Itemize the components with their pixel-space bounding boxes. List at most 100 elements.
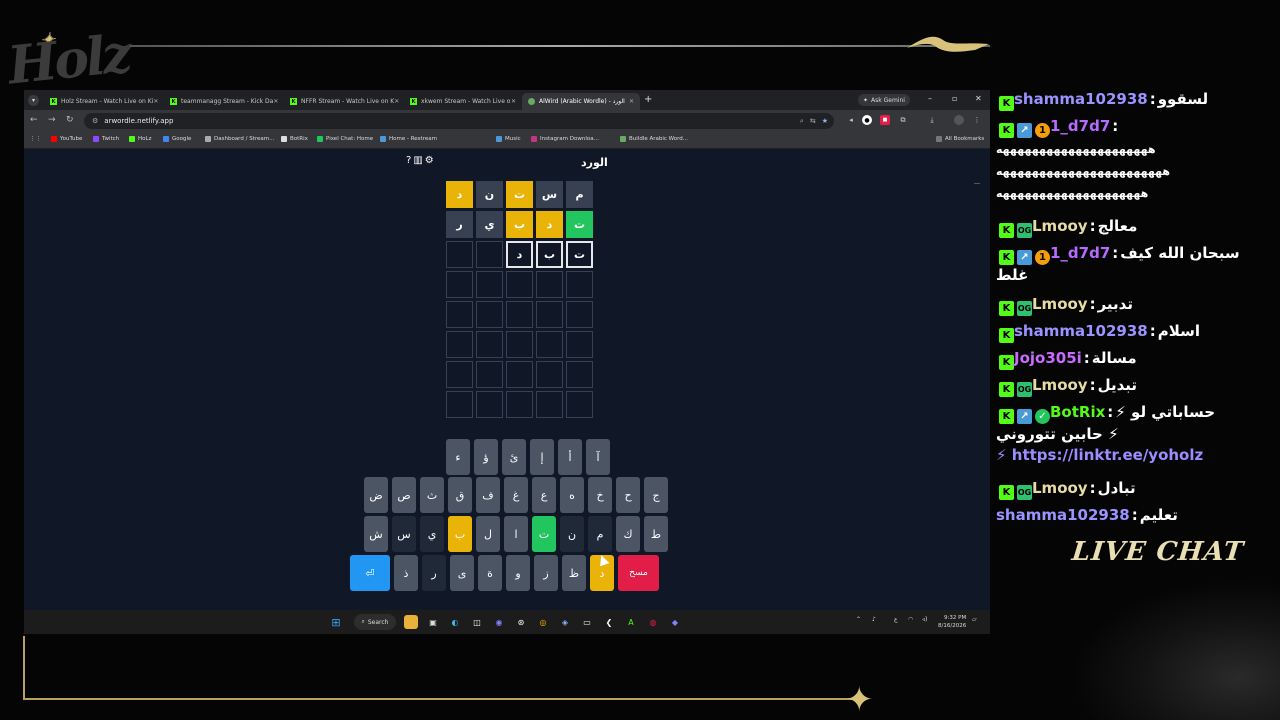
keyboard-key[interactable]: ء xyxy=(446,439,470,475)
keyboard-key[interactable]: ا xyxy=(504,516,528,552)
profile-avatar[interactable] xyxy=(954,115,964,125)
bookmark-item[interactable]: Music xyxy=(496,136,521,142)
keyboard-key[interactable]: ت xyxy=(532,516,556,552)
bookmark-item[interactable]: Google xyxy=(163,136,191,142)
chat-username[interactable]: Lmooy xyxy=(1032,376,1088,394)
help-icon[interactable]: ? xyxy=(406,155,411,166)
zoom-icon[interactable]: ⌕ xyxy=(800,117,804,126)
chat-username[interactable]: shamma102938 xyxy=(996,506,1130,524)
browser-tab[interactable]: K NFFR Stream - Watch Live on K ✕ xyxy=(284,93,402,110)
windows-start-icon[interactable]: ⊞ xyxy=(329,615,343,629)
keyboard-key[interactable]: ل xyxy=(476,516,500,552)
bookmark-item[interactable]: Buildle Arabic Word... xyxy=(620,136,688,142)
ask-gemini-button[interactable]: ✦ Ask Gemini xyxy=(858,94,910,106)
tab-search-icon[interactable]: ▾ xyxy=(28,95,39,106)
browser-tab[interactable]: AlWird (Arabic Wordle) - الورد ✕ xyxy=(522,93,640,110)
keyboard-key[interactable]: ى xyxy=(450,555,474,591)
menu-icon[interactable]: ⋮ xyxy=(972,115,982,125)
tab-close-icon[interactable]: ✕ xyxy=(629,98,634,105)
app-icon-5[interactable]: ◍ xyxy=(646,615,660,629)
extension-circle-icon[interactable]: ● xyxy=(862,115,872,125)
keyboard-key[interactable]: أ xyxy=(558,439,582,475)
app-icon-4[interactable]: A xyxy=(624,615,638,629)
keyboard-key[interactable]: ج xyxy=(644,477,668,513)
chrome-icon[interactable]: ◎ xyxy=(536,615,550,629)
browser-tab[interactable]: Kteammanagg Stream - Kick Da ✕ xyxy=(164,93,282,110)
bookmark-star-icon[interactable]: ★ xyxy=(822,117,828,125)
extensions-icon[interactable]: ⧉ xyxy=(898,115,908,125)
chat-username[interactable]: 1_d7d7 xyxy=(1050,244,1110,262)
notification-icon[interactable]: ▱ xyxy=(972,616,977,623)
stats-icon[interactable]: ▥ xyxy=(413,155,422,166)
keyboard-key[interactable]: ف xyxy=(476,477,500,513)
back-icon[interactable]: ← xyxy=(30,115,38,125)
chat-username[interactable]: shamma102938 xyxy=(1014,90,1148,108)
keyboard-key[interactable]: ب xyxy=(448,516,472,552)
keyboard-key[interactable]: م xyxy=(588,516,612,552)
volume-icon[interactable]: ◃) xyxy=(922,616,927,623)
keyboard-key[interactable]: ك xyxy=(616,516,640,552)
mic-icon[interactable]: ♪ xyxy=(872,616,876,623)
settings-icon[interactable]: ⚙ xyxy=(425,155,434,166)
taskbar-clock[interactable]: 9:32 PM 8/16/2026 xyxy=(938,614,966,630)
keyboard-key[interactable]: آ xyxy=(586,439,610,475)
keyboard-key[interactable]: خ xyxy=(588,477,612,513)
obs-icon[interactable]: ⊛ xyxy=(514,615,528,629)
site-info-icon[interactable]: ⚙ xyxy=(92,117,98,125)
browser-tab[interactable]: K Holz Stream - Watch Live on Ki ✕ xyxy=(44,93,162,110)
close-icon[interactable]: ✕ xyxy=(975,94,982,103)
bookmark-item[interactable]: Dashboard / Stream... xyxy=(205,136,274,142)
bookmark-item[interactable]: Pixel Chat: Home xyxy=(317,136,373,142)
keyboard-key[interactable]: س xyxy=(392,516,416,552)
all-bookmarks[interactable]: All Bookmarks xyxy=(936,136,984,142)
keyboard-key[interactable]: ظ xyxy=(562,555,586,591)
chat-username[interactable]: shamma102938 xyxy=(1014,322,1148,340)
minimize-icon[interactable]: – xyxy=(928,94,932,103)
chat-username[interactable]: Lmooy xyxy=(1032,217,1088,235)
wifi-icon[interactable]: ◠ xyxy=(908,616,913,623)
bookmark-item[interactable]: Home - Restream xyxy=(380,136,437,142)
keyboard-key[interactable]: ئ xyxy=(502,439,526,475)
translate-icon[interactable]: ⇆ xyxy=(810,117,816,125)
app-icon-6[interactable]: ◆ xyxy=(668,615,682,629)
keyboard-key[interactable]: غ xyxy=(504,477,528,513)
tray-chevron-icon[interactable]: ⌃ xyxy=(856,616,861,623)
media-icon[interactable]: ◂ xyxy=(846,115,856,125)
edge-icon[interactable]: ◐ xyxy=(448,615,462,629)
tab-close-icon[interactable]: ✕ xyxy=(153,98,158,105)
chat-username[interactable]: Jojo305i xyxy=(1014,349,1082,367)
new-tab-icon[interactable]: + xyxy=(644,94,652,105)
keyboard-key[interactable]: ي xyxy=(420,516,444,552)
keyboard-key[interactable]: ر xyxy=(422,555,446,591)
keyboard-key[interactable]: إ xyxy=(530,439,554,475)
tab-close-icon[interactable]: ✕ xyxy=(394,98,399,105)
app-icon[interactable]: ◫ xyxy=(470,615,484,629)
address-bar[interactable]: ⚙ arwordle.netlify.app ⌕ ⇆ ★ xyxy=(84,113,834,129)
chat-username[interactable]: 1_d7d7 xyxy=(1050,117,1110,135)
keyboard-key[interactable]: ن xyxy=(560,516,584,552)
keyboard-key[interactable]: ه xyxy=(560,477,584,513)
discord-icon[interactable]: ◉ xyxy=(492,615,506,629)
tab-close-icon[interactable]: ✕ xyxy=(273,98,278,105)
apps-icon[interactable]: ⋮⋮ xyxy=(30,136,41,142)
reload-icon[interactable]: ↻ xyxy=(66,115,74,125)
bookmark-item[interactable]: Twitch xyxy=(93,136,119,142)
browser-tab[interactable]: Kxkwem Stream - Watch Live o ✕ xyxy=(404,93,522,110)
download-icon[interactable]: ⤓ xyxy=(927,115,937,125)
keyboard-key[interactable]: ؤ xyxy=(474,439,498,475)
keyboard-key[interactable]: ث xyxy=(420,477,444,513)
extension-record-icon[interactable]: ■ xyxy=(880,115,890,125)
bookmark-item[interactable]: BotRix xyxy=(281,136,308,142)
bookmark-item[interactable]: HoLz xyxy=(129,136,151,142)
delete-key[interactable]: مسح xyxy=(618,555,659,591)
keyboard-key[interactable]: ص xyxy=(392,477,416,513)
bookmark-item[interactable]: YouTube xyxy=(51,136,82,142)
chat-username[interactable]: Lmooy xyxy=(1032,479,1088,497)
chat-username[interactable]: BotRix xyxy=(1050,403,1105,421)
app-icon-2[interactable]: ▭ xyxy=(580,615,594,629)
keyboard-key[interactable]: ح xyxy=(616,477,640,513)
keyboard-key[interactable]: ش xyxy=(364,516,388,552)
enter-key[interactable]: ⏎ xyxy=(350,555,390,591)
restore-icon[interactable]: ▫ xyxy=(952,94,957,103)
tab-close-icon[interactable]: ✕ xyxy=(511,98,516,105)
